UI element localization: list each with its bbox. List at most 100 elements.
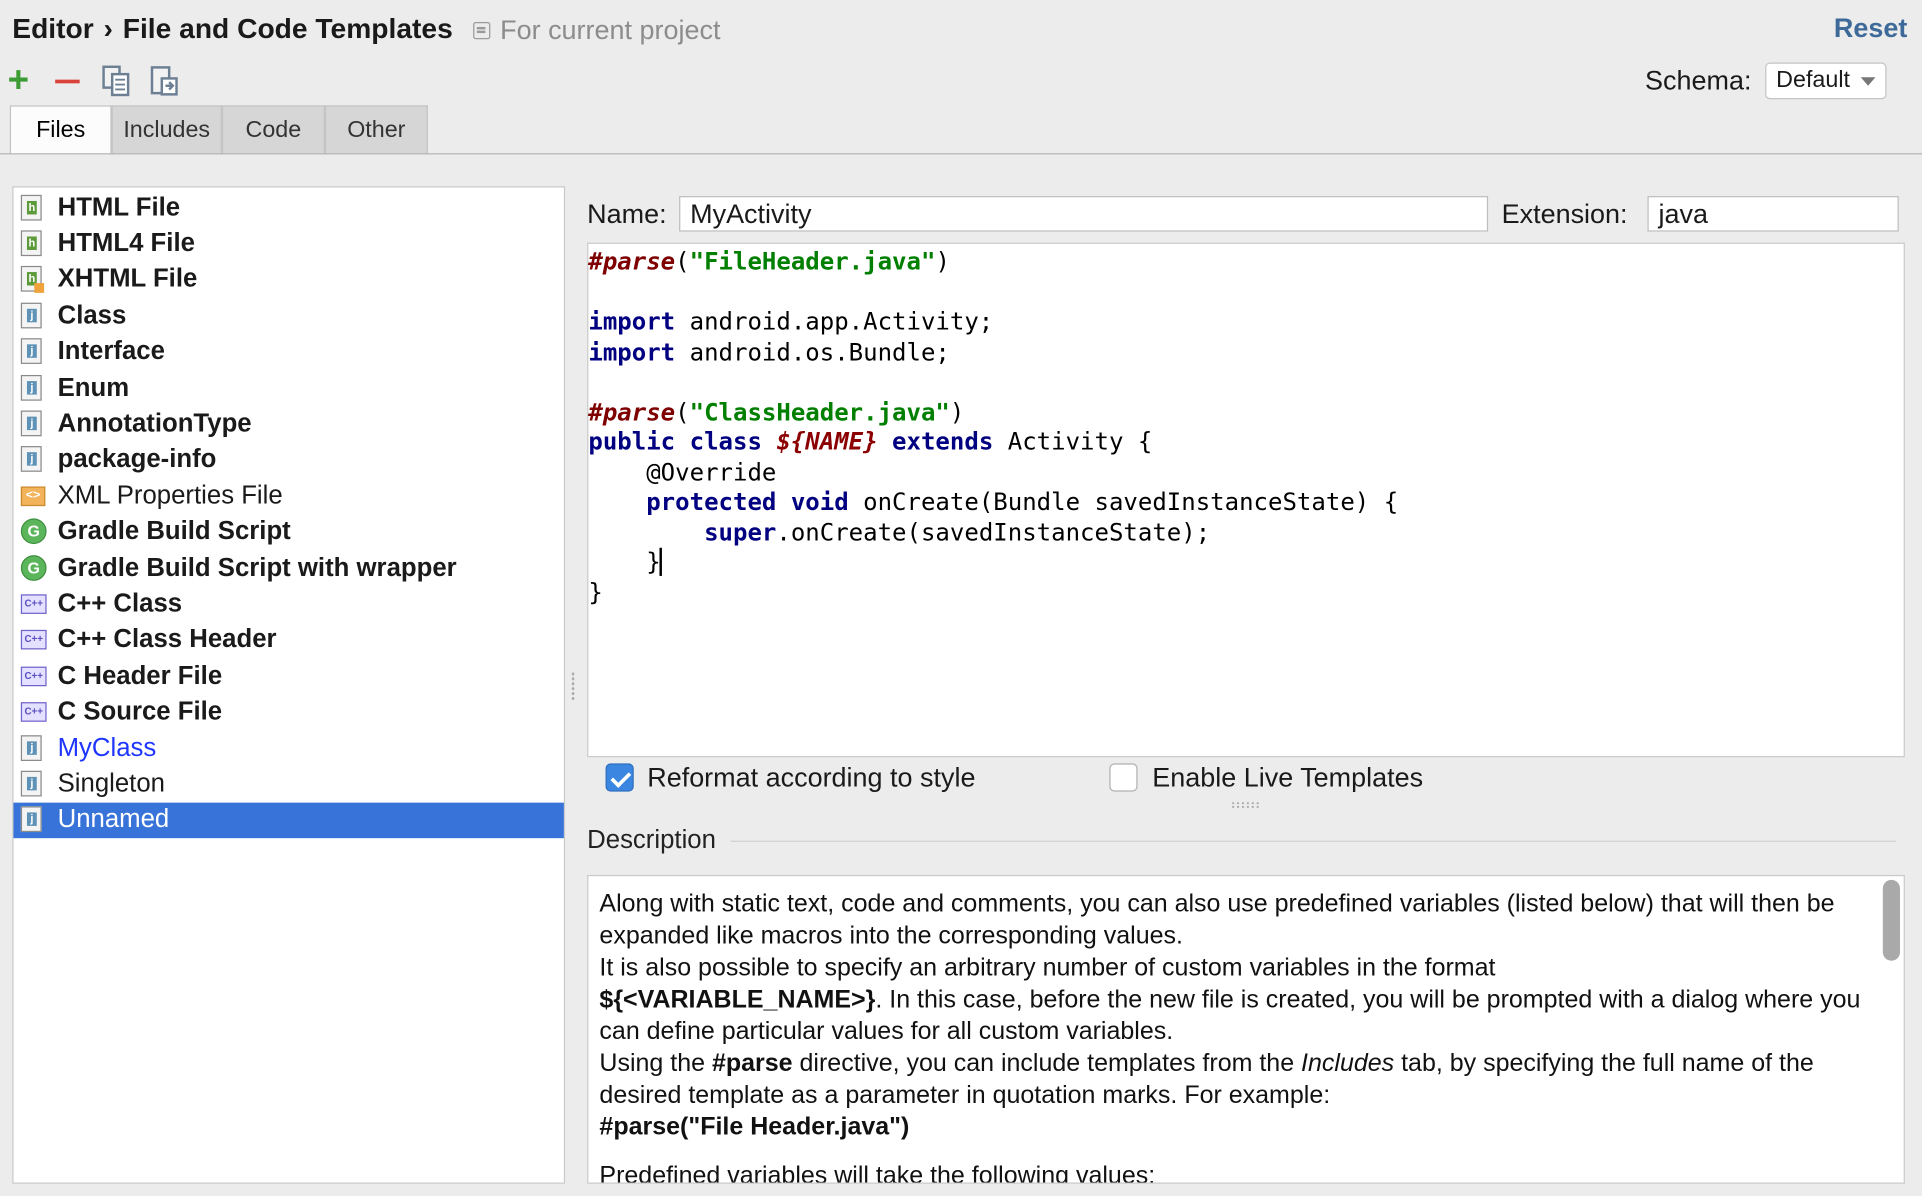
cpp-file-icon: C++ <box>20 699 47 726</box>
list-item-label: C Source File <box>57 697 223 726</box>
reformat-checkbox[interactable] <box>605 763 634 792</box>
java-file-icon: j <box>20 338 46 365</box>
list-item-label: Unnamed <box>57 805 170 834</box>
remove-template-button[interactable] <box>51 64 83 98</box>
schema-value: Default <box>1776 67 1850 94</box>
list-item-label: C++ Class <box>57 589 183 618</box>
code-keyword: public <box>588 427 676 456</box>
list-item[interactable]: j MyClass <box>13 730 563 766</box>
list-item[interactable]: j package-info <box>13 442 563 478</box>
list-item[interactable]: C++ C Header File <box>13 658 563 694</box>
reformat-label[interactable]: Reformat according to style <box>647 762 975 794</box>
name-input[interactable]: MyActivity <box>679 196 1489 232</box>
copy-template-button[interactable] <box>101 64 133 98</box>
list-item-label: Gradle Build Script with wrapper <box>57 553 457 582</box>
description-paragraph: #parse("File Header.java") <box>599 1111 1874 1143</box>
code-directive: #parse <box>588 247 676 276</box>
breadcrumb-separator: › <box>103 12 113 45</box>
copy-icon <box>102 65 130 97</box>
description-paragraph: ${<VARIABLE_NAME>}. In this case, before… <box>599 984 1874 1048</box>
list-item-label: Class <box>57 301 127 330</box>
gradle-icon: G <box>20 518 47 545</box>
list-item[interactable]: G Gradle Build Script <box>13 514 563 550</box>
xhtml-file-icon: h <box>20 266 46 294</box>
list-item[interactable]: h XHTML File <box>13 262 563 298</box>
splitter-handle[interactable] <box>571 671 575 701</box>
list-item[interactable]: h HTML File <box>13 190 563 226</box>
schema-select[interactable]: Default <box>1765 62 1887 100</box>
java-file-icon: j <box>20 302 46 329</box>
code-string: "FileHeader.java" <box>689 247 936 276</box>
gradle-icon: G <box>20 554 47 581</box>
tab-code[interactable]: Code <box>221 105 325 155</box>
breadcrumb: Editor › File and Code Templates <box>12 12 453 45</box>
code-keyword: extends <box>892 427 994 456</box>
list-item[interactable]: C++ C Source File <box>13 694 563 730</box>
splitter-handle[interactable] <box>1230 801 1261 809</box>
code-keyword: import <box>588 337 676 366</box>
description-text-run: Using the <box>599 1050 712 1078</box>
code-token: Activity { <box>993 427 1153 456</box>
list-item-label: Enum <box>57 373 130 402</box>
add-template-button[interactable]: + <box>2 60 34 101</box>
plus-icon: + <box>7 60 30 101</box>
list-item[interactable]: C++ C++ Class <box>13 586 563 622</box>
code-token: ( <box>675 247 690 276</box>
project-scope-icon <box>473 22 491 40</box>
list-item-label: C++ Class Header <box>57 625 277 654</box>
list-item[interactable]: j Singleton <box>13 766 563 802</box>
java-file-icon: j <box>20 734 46 762</box>
xml-file-icon: <> <box>20 482 46 509</box>
java-file-icon: j <box>20 446 46 473</box>
tab-includes[interactable]: Includes <box>111 105 222 155</box>
reset-button[interactable]: Reset <box>1834 12 1907 44</box>
list-item-label: XML Properties File <box>57 481 283 510</box>
code-token: ) <box>949 397 965 426</box>
export-template-button[interactable] <box>150 64 182 98</box>
description-title: Description <box>587 825 716 855</box>
list-item[interactable]: j Class <box>13 298 563 334</box>
extension-label: Extension: <box>1501 198 1628 230</box>
tab-files[interactable]: Files <box>9 105 112 155</box>
code-keyword: protected <box>646 487 777 516</box>
tab-other[interactable]: Other <box>324 105 428 155</box>
list-item-label: C Header File <box>57 661 223 690</box>
list-item-label: HTML File <box>57 193 181 222</box>
list-item[interactable]: j Enum <box>13 370 563 406</box>
list-item-label: package-info <box>57 445 217 474</box>
cpp-file-icon: C++ <box>20 591 47 618</box>
list-item[interactable]: C++ C++ Class Header <box>13 622 563 658</box>
live-templates-checkbox[interactable] <box>1109 763 1138 792</box>
template-list[interactable]: h HTML File h HTML4 File h XHTML File j Class j I… <box>12 186 566 1184</box>
description-panel[interactable]: Along with static text, code and comment… <box>587 874 1905 1184</box>
schema-label: Schema: <box>1645 64 1752 96</box>
description-scrollbar[interactable] <box>1882 879 1900 961</box>
breadcrumb-parent[interactable]: Editor <box>12 12 93 45</box>
live-templates-label[interactable]: Enable Live Templates <box>1152 762 1423 794</box>
list-item[interactable]: j Unnamed <box>13 802 564 838</box>
description-paragraph: Using the #parse directive, you can incl… <box>599 1048 1874 1112</box>
list-item[interactable]: h HTML4 File <box>13 226 563 262</box>
list-item-label: Interface <box>57 337 165 366</box>
tab-divider <box>0 153 1922 155</box>
java-file-icon: j <box>20 806 46 834</box>
variable-format: ${<VARIABLE_NAME>} <box>599 986 876 1014</box>
code-token: android.os.Bundle; <box>675 337 950 366</box>
code-text[interactable]: #parse("FileHeader.java") import android… <box>588 248 1398 608</box>
list-item[interactable]: j AnnotationType <box>13 406 563 442</box>
list-item[interactable]: j Interface <box>13 334 563 370</box>
list-item-label: MyClass <box>57 733 157 762</box>
divider <box>730 840 1897 842</box>
list-item[interactable]: <> XML Properties File <box>13 478 563 514</box>
description-paragraph: Predefined variables will take the follo… <box>599 1162 1156 1184</box>
minus-icon <box>55 79 80 83</box>
scope-indicator: For current project <box>473 15 720 47</box>
code-annotation: @Override <box>588 457 777 486</box>
list-item-label: Gradle Build Script <box>57 517 291 546</box>
extension-input[interactable]: java <box>1647 196 1899 232</box>
list-item[interactable]: G Gradle Build Script with wrapper <box>13 550 563 586</box>
code-keyword: void <box>790 487 849 516</box>
code-keyword: import <box>588 307 676 336</box>
html-file-icon: h <box>20 194 46 221</box>
code-keyword: class <box>689 427 762 456</box>
